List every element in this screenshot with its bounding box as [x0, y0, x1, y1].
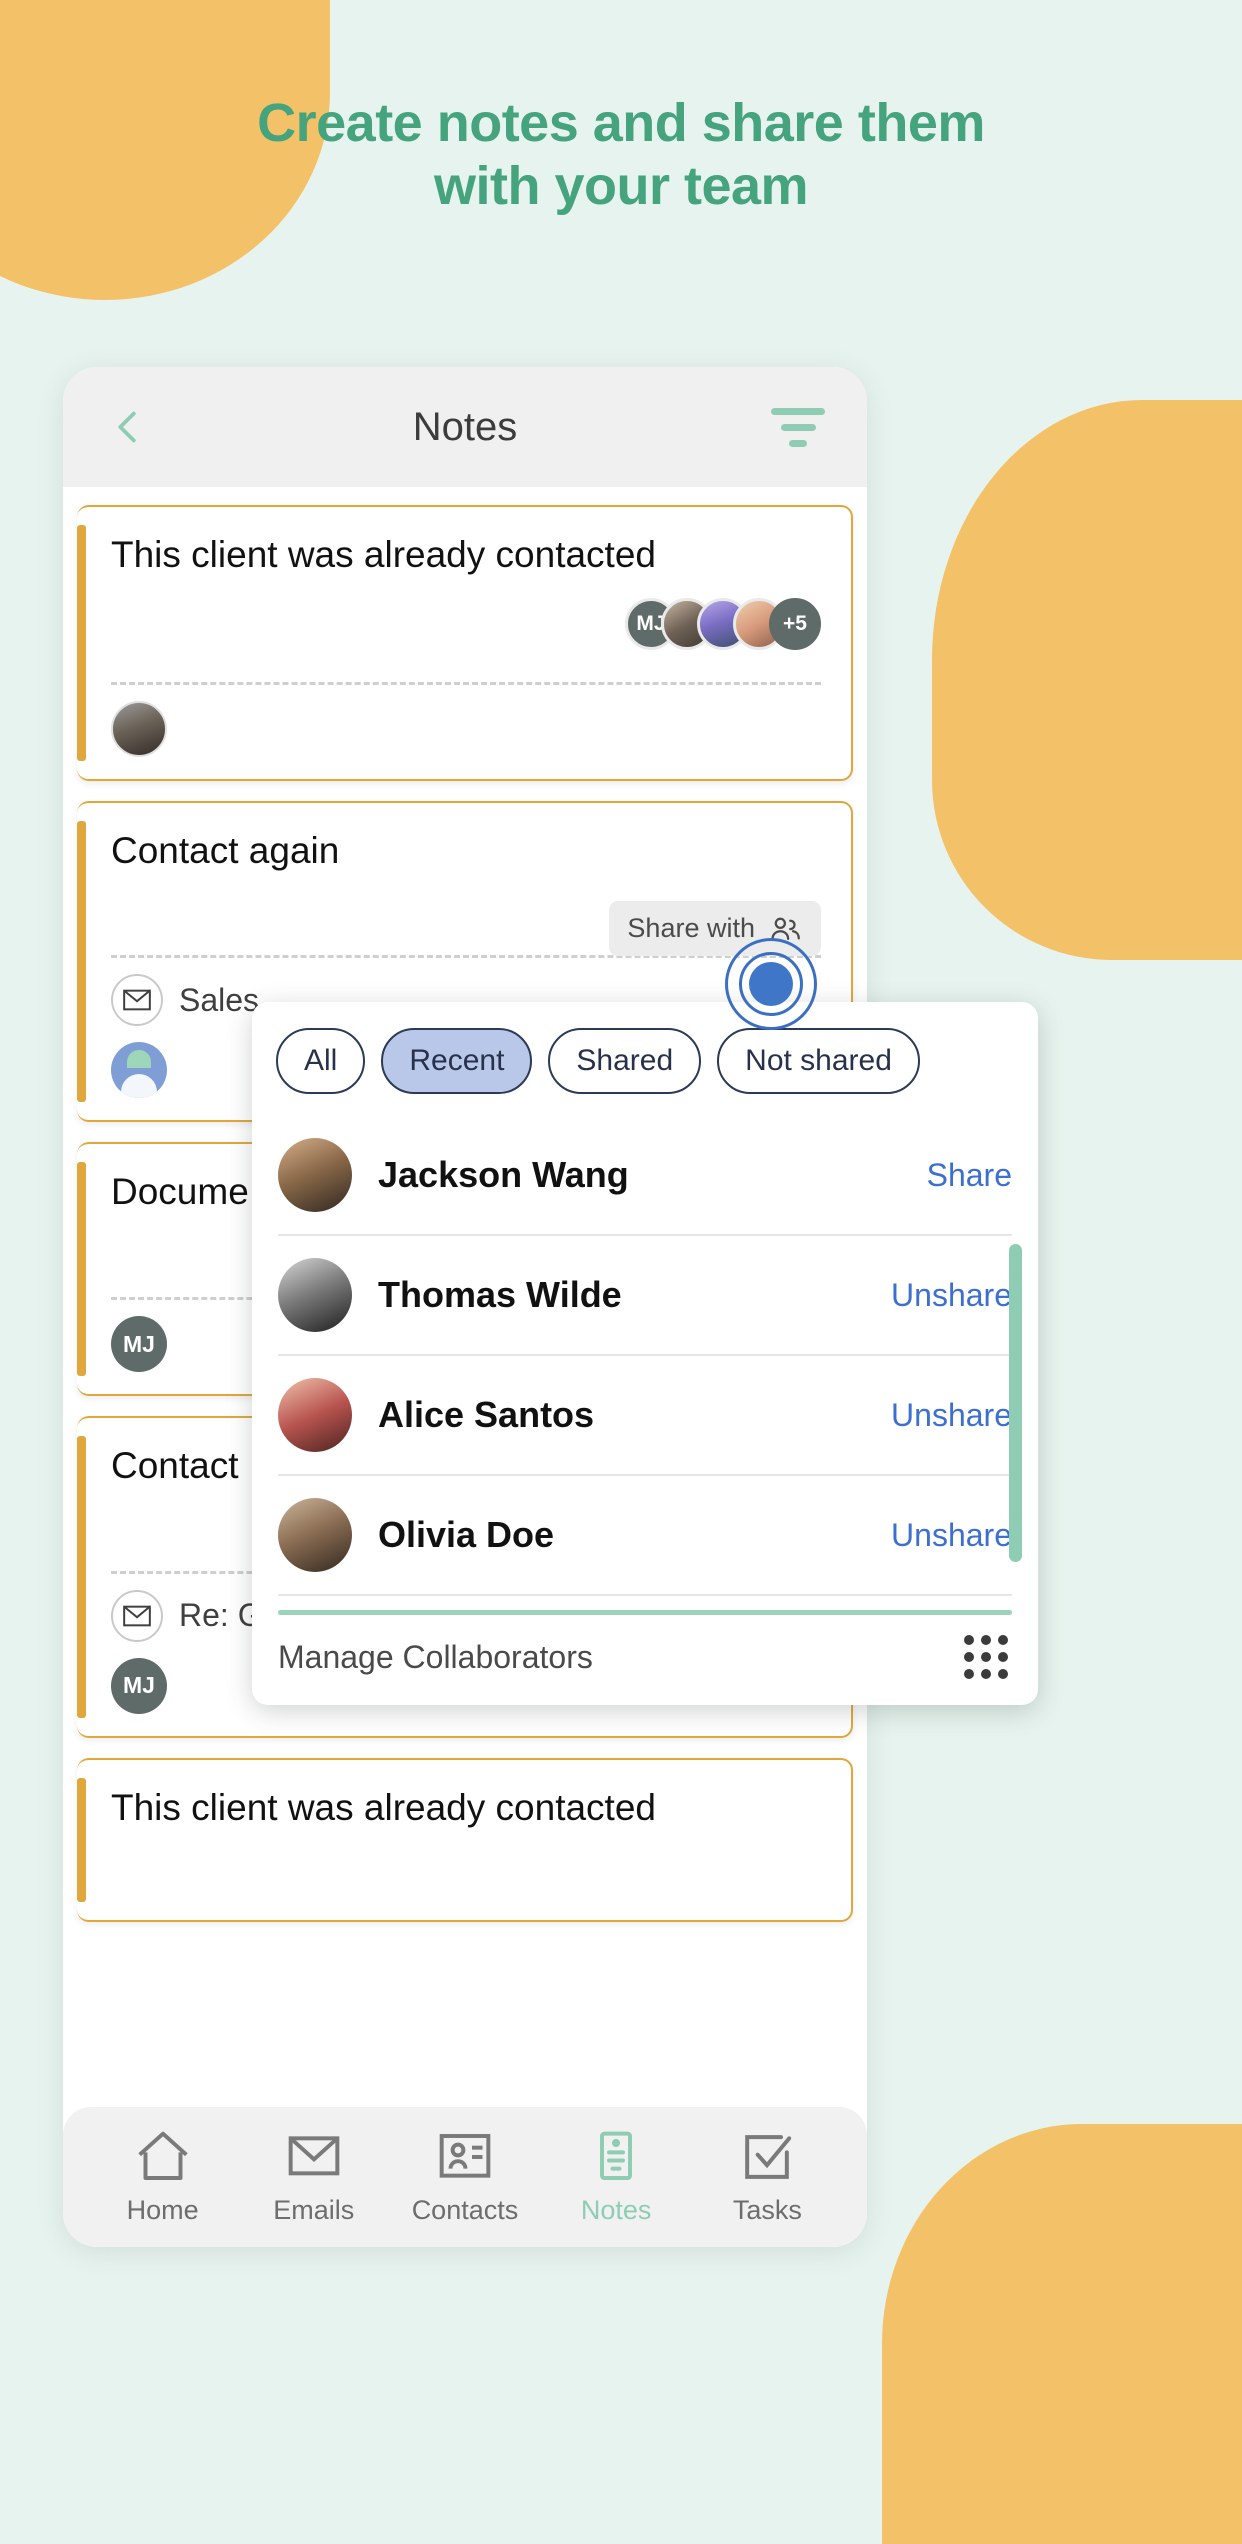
note-meta-text: Re: G [179, 1597, 263, 1634]
mail-icon [111, 974, 163, 1027]
avatar [278, 1138, 352, 1212]
collaborator-avatar-stack[interactable]: MJ +5 [111, 597, 821, 650]
nav-item-notes[interactable]: Notes [546, 2129, 686, 2226]
filter-chip-not-shared[interactable]: Not shared [717, 1028, 920, 1094]
bottom-navigation: Home Emails Contacts Notes Tasks [63, 2107, 867, 2247]
note-body [111, 1828, 821, 1898]
note-meta-text: Sales [179, 981, 260, 1018]
envelope-icon [288, 2135, 340, 2175]
nav-item-home[interactable]: Home [93, 2129, 233, 2226]
nav-label: Home [126, 2194, 199, 2225]
list-item[interactable]: Thomas Wilde Unshare [278, 1236, 1012, 1356]
avatar [278, 1378, 352, 1452]
decorative-blob-bottom-right [882, 2124, 1242, 2544]
nav-label: Tasks [732, 2194, 802, 2225]
avatar [278, 1498, 352, 1572]
note-body: MJ +5 [111, 597, 821, 668]
envelope-glyph [123, 990, 151, 1011]
note-owner-avatar [111, 700, 167, 757]
share-action-button[interactable]: Unshare [891, 1397, 1012, 1434]
note-title: This client was already contacted [111, 1786, 656, 1828]
person-name: Olivia Doe [378, 1514, 555, 1555]
headline-line-1: Create notes and share them [257, 93, 985, 153]
mail-icon [111, 1589, 163, 1642]
filter-chip-all[interactable]: All [276, 1028, 366, 1094]
share-with-label: Share with [627, 913, 755, 944]
avatar-overflow-badge: +5 [769, 597, 821, 650]
share-action-button[interactable]: Share [927, 1157, 1012, 1194]
filter-line-1 [771, 407, 825, 415]
nav-item-emails[interactable]: Emails [244, 2129, 384, 2226]
people-list: Jackson Wang Share Thomas Wilde Unshare … [252, 1116, 1038, 1596]
app-header: Notes [63, 367, 867, 487]
note-card[interactable]: This client was already contacted [77, 1757, 853, 1923]
home-icon [137, 2131, 188, 2180]
share-filter-chips: All Recent Shared Not shared [252, 1002, 1038, 1116]
contact-card-icon [439, 2133, 491, 2178]
filter-chip-shared[interactable]: Shared [548, 1028, 702, 1094]
manage-collaborators-label: Manage Collaborators [278, 1638, 593, 1675]
list-item[interactable]: Alice Santos Unshare [278, 1356, 1012, 1476]
person-name: Thomas Wilde [378, 1274, 622, 1315]
manage-collaborators-row[interactable]: Manage Collaborators [252, 1615, 1038, 1705]
nav-label: Notes [580, 2194, 652, 2225]
app-header-title: Notes [412, 404, 518, 449]
share-action-button[interactable]: Unshare [891, 1277, 1012, 1314]
share-with-button[interactable]: Share with [609, 901, 821, 957]
note-owner-avatar: MJ [111, 1657, 167, 1714]
decorative-blob-top-right [932, 400, 1242, 960]
filter-chip-recent[interactable]: Recent [381, 1028, 533, 1094]
checkbox-icon [745, 2134, 792, 2179]
note-title: Contact again [111, 829, 340, 871]
page-title: Create notes and share them with your te… [0, 92, 1242, 217]
note-owner-avatar [111, 1042, 167, 1099]
note-body: Share with [111, 871, 821, 957]
nav-item-tasks[interactable]: Tasks [697, 2129, 837, 2226]
note-icon [600, 2131, 633, 2180]
note-owner-avatar: MJ [111, 1316, 167, 1373]
filter-icon[interactable] [771, 405, 825, 449]
nav-item-contacts[interactable]: Contacts [395, 2129, 535, 2226]
filter-line-3 [789, 439, 807, 447]
headline-line-2: with your team [433, 155, 809, 216]
people-icon [771, 917, 800, 940]
grid-dots-icon[interactable] [964, 1635, 1008, 1679]
note-title: This client was already contacted [111, 534, 656, 575]
list-item[interactable]: Jackson Wang Share [278, 1116, 1012, 1236]
filter-line-2 [780, 423, 816, 431]
share-popup: All Recent Shared Not shared Jackson Wan… [252, 1002, 1038, 1705]
person-name: Jackson Wang [378, 1154, 629, 1195]
note-card[interactable]: This client was already contacted MJ +5 [77, 505, 853, 781]
popup-scrollbar[interactable] [1009, 1244, 1022, 1562]
note-divider [111, 681, 821, 685]
nav-label: Contacts [411, 2194, 519, 2225]
envelope-glyph [123, 1605, 151, 1627]
list-item[interactable]: Olivia Doe Unshare [278, 1476, 1012, 1596]
nav-label: Emails [273, 2194, 355, 2225]
person-name: Alice Santos [378, 1394, 595, 1435]
share-action-button[interactable]: Unshare [891, 1517, 1012, 1554]
avatar [278, 1258, 352, 1332]
